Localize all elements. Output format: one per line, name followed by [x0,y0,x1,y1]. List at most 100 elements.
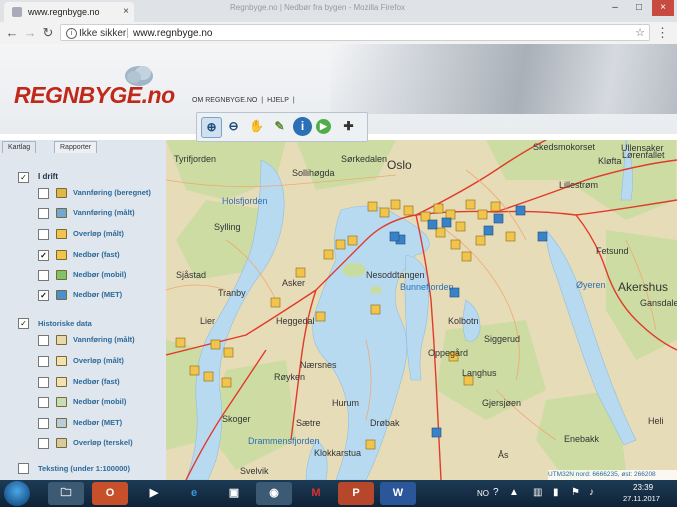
separator [127,28,128,38]
place-label: Oslo [387,158,412,172]
place-label: Heggedal [276,316,315,326]
volume-icon[interactable]: ♪ [589,487,594,498]
close-window-button[interactable]: × [652,0,674,16]
measure-icon[interactable]: ✎ [270,117,289,136]
flag-icon[interactable]: ⚑ [571,487,580,498]
place-label: Tranby [218,288,246,298]
in-operation-title: I drift [38,172,58,181]
place-label: Fetsund [596,246,629,256]
hist-rain-fixed-icon [56,377,67,387]
layer-checkbox[interactable] [38,377,49,388]
clock-date[interactable]: 27.11.2017 [623,494,660,503]
tab-rapporter[interactable]: Rapporter [54,141,98,153]
layer-checkbox[interactable] [38,229,49,240]
place-label: Sylling [214,222,241,232]
place-label: Nærsnes [300,360,337,370]
place-label: Langhus [462,368,497,378]
back-icon[interactable]: ← [3,24,21,42]
layer-label: Overløp (målt) [73,356,124,365]
bookmark-star-icon[interactable]: ☆ [635,25,645,42]
outlook-icon[interactable]: O [92,482,128,505]
layer-checkbox[interactable] [38,438,49,449]
chrome-icon[interactable]: ◉ [256,482,292,505]
layer-label: Overløp (terskel) [73,438,133,447]
internet-explorer-icon[interactable]: e [176,482,212,505]
layer-checkbox[interactable] [38,356,49,367]
move-down-icon[interactable]: ✚ [339,117,358,136]
place-label: Sjåstad [176,270,207,280]
place-label: Drøbak [370,418,400,428]
zoom-out-icon[interactable]: ⊖ [224,117,243,136]
tray-arrow-icon[interactable]: ▲ [509,487,519,498]
top-menu: OM REGNBYGE.NO | HJELP | [192,97,297,104]
reload-icon[interactable]: ↻ [39,24,57,42]
info-icon[interactable]: i [66,28,77,39]
place-label: Sætre [296,418,321,428]
tab-title: www.regnbyge.no [28,7,100,17]
word-icon[interactable]: W [380,482,416,505]
place-label: Røyken [274,372,306,382]
place-label: Kolbotn [448,316,479,326]
close-tab-icon[interactable]: × [123,2,129,22]
remote-desktop-icon[interactable]: ▣ [216,482,252,505]
powerpoint-icon[interactable]: P [338,482,374,505]
start-button[interactable] [4,481,30,506]
place-label: Heli [648,416,664,426]
in-operation-checkbox[interactable]: ✓ [18,172,29,183]
place-label: Bunnefjorden [400,282,454,292]
clock-time[interactable]: 23:39 [633,483,653,492]
historic-checkbox[interactable]: ✓ [18,318,29,329]
layer-checkbox[interactable] [38,188,49,199]
minimize-button[interactable]: – [604,0,626,16]
zoom-in-icon[interactable]: ⊕ [201,117,222,138]
tab-kartlag[interactable]: Kartlag [2,141,37,153]
menu-help[interactable]: HJELP [267,97,289,104]
layer-checkbox[interactable] [38,397,49,408]
place-label: Akershus [618,280,669,294]
map-toolbar: ⊕ ⊖ ✋ ✎ i ▶ ✚ [196,112,368,142]
rain-met-icon [56,290,67,300]
layer-checkbox[interactable] [38,270,49,281]
browser-title-bar: www.regnbyge.no × Regnbyge.no | Nedbør f… [0,0,677,22]
text-labels-checkbox[interactable] [18,463,29,474]
layer-checkbox[interactable] [38,208,49,219]
map-canvas[interactable]: Oslo Lillestrøm Kløfta Ullensaker Skedsm… [166,140,677,480]
hist-flow-icon [56,335,67,345]
place-label: Lillestrøm [559,180,599,190]
address-bar-row: ← → ↻ i Ikke sikker www.regnbyge.no ☆ ⋮ [0,22,677,45]
rain-fixed-icon [56,250,67,260]
system-tray: NO ? ▲ ▥ ▮ ⚑ ♪ 23:39 27.11.2017 [473,480,677,507]
menu-about[interactable]: OM REGNBYGE.NO [192,97,257,104]
url-text: www.regnbyge.no [133,28,213,39]
help-icon[interactable]: ? [493,487,499,498]
media-player-icon[interactable]: ▶ [136,482,172,505]
forward-icon[interactable]: → [21,24,39,42]
layer-label: Vannføring (beregnet) [73,188,151,197]
layer-checkbox[interactable] [38,335,49,346]
place-label: Holsfjorden [222,196,268,206]
favicon-icon [12,7,22,17]
place-label: Klokkarstua [314,448,362,458]
site-logo[interactable]: REGNBYGE.no [14,82,175,109]
file-explorer-icon[interactable]: 🗀 [48,482,84,505]
language-indicator[interactable]: NO [477,489,489,498]
pan-hand-icon[interactable]: ✋ [247,117,266,136]
place-label: Svelvik [240,466,269,476]
place-label: Hurum [332,398,360,408]
browser-tab[interactable]: www.regnbyge.no × [4,2,134,22]
browser-menu-icon[interactable]: ⋮ [656,25,669,41]
layer-checkbox[interactable] [38,418,49,429]
place-label: Skedsmokorset [533,142,596,152]
mcafee-icon[interactable]: M [298,482,334,505]
hist-rain-met-icon [56,418,67,428]
maximize-button[interactable]: □ [628,0,650,16]
flow-calc-icon [56,188,67,198]
battery-icon[interactable]: ▮ [553,487,559,498]
info-icon[interactable]: i [293,117,312,136]
url-input[interactable]: i Ikke sikker www.regnbyge.no ☆ [60,24,650,41]
layer-checkbox[interactable]: ✓ [38,290,49,301]
refresh-icon[interactable]: ▶ [316,119,331,134]
layer-checkbox[interactable]: ✓ [38,250,49,261]
place-label: Kløfta [598,156,622,166]
network-icon[interactable]: ▥ [533,487,542,498]
